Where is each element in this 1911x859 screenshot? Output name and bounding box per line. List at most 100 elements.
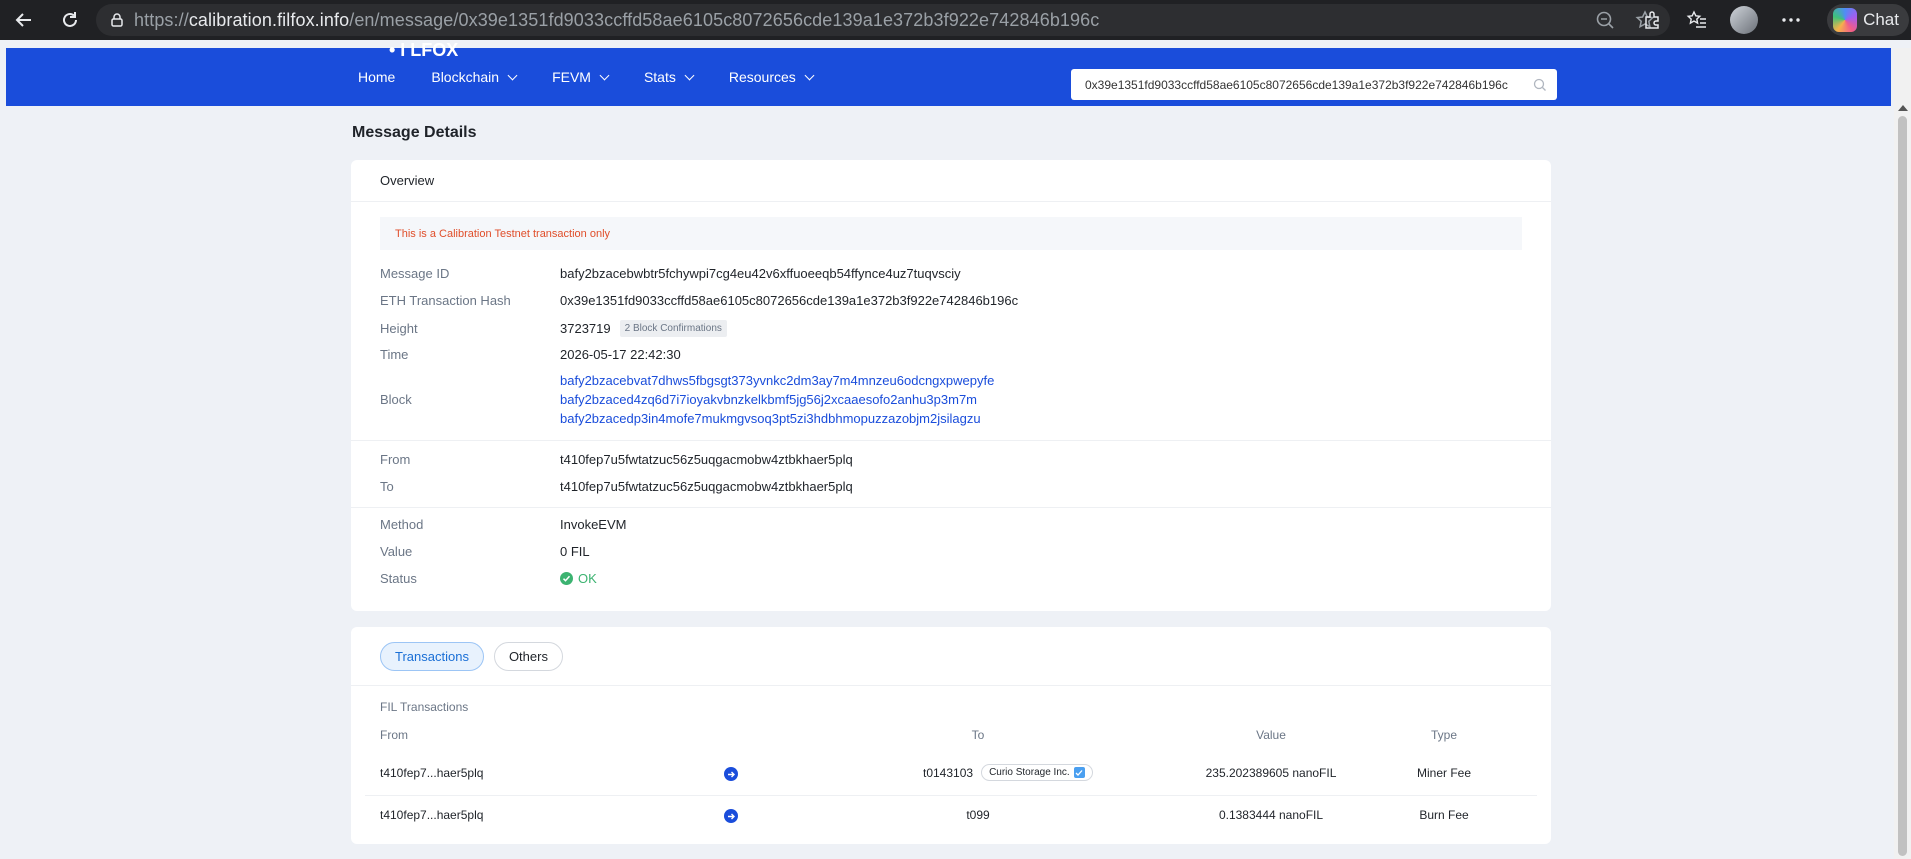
message-id-label: Message ID [380, 266, 450, 281]
arrow-right-icon [724, 767, 738, 781]
column-header-type: Type [1430, 728, 1457, 742]
method-label: Method [380, 517, 424, 532]
extensions-icon[interactable] [1642, 9, 1664, 31]
chevron-down-icon [507, 70, 518, 80]
block-label: Block [380, 392, 412, 407]
browser-toolbar: https://calibration.filfox.info/en/messa… [0, 0, 1911, 40]
eth-hash-row: ETH Transaction Hash 0x39e1351fd9033ccff… [380, 293, 1018, 308]
chevron-down-icon [684, 70, 695, 80]
zoom-out-icon[interactable] [1594, 9, 1616, 31]
scroll-up-arrow-icon[interactable] [1898, 105, 1908, 111]
height-link[interactable]: 3723719 [560, 321, 611, 336]
url-text: https://calibration.filfox.info/en/messa… [134, 10, 1099, 31]
to-row: To t410fep7u5fwtatzuc56z5uqgacmobw4ztbkh… [380, 479, 853, 494]
testnet-notice-text: This is a Calibration Testnet transactio… [395, 227, 611, 240]
chevron-down-icon [599, 70, 610, 80]
tx-value: 235.202389605 nanoFIL [1205, 766, 1337, 780]
nav-fevm[interactable]: FEVM [552, 69, 610, 85]
value-amount: 0 FIL [560, 544, 590, 559]
block-link[interactable]: bafy2bzacebvat7dhws5fbgsgt373yvnkc2dm3ay… [560, 373, 994, 388]
value-label: Value [380, 544, 413, 559]
url-scheme: https:// [134, 9, 189, 30]
column-header-from: From [380, 728, 408, 742]
tx-to-cell: t0143103 Curio Storage Inc. [923, 764, 1093, 781]
overview-title: Overview [351, 160, 1551, 202]
value-row: Value 0 FIL [380, 544, 590, 559]
divider [351, 685, 1551, 686]
copilot-chat-button[interactable]: Chat [1827, 4, 1909, 36]
nav-resources-label: Resources [728, 69, 796, 85]
height-row: Height 3723719 2 Block Confirmations [380, 320, 727, 337]
tab-transactions[interactable]: Transactions [380, 642, 484, 671]
to-label: To [380, 479, 394, 494]
miner-name-tag[interactable]: Curio Storage Inc. [981, 764, 1093, 781]
more-options-icon[interactable] [1780, 9, 1802, 31]
address-bar[interactable]: https://calibration.filfox.info/en/messa… [96, 4, 1670, 36]
page-scrollbar[interactable] [1894, 48, 1911, 859]
transactions-card: Transactions Others FIL Transactions Fro… [351, 627, 1551, 844]
divider [365, 795, 1537, 796]
block-links: bafy2bzacebvat7dhws5fbgsgt373yvnkc2dm3ay… [560, 373, 994, 426]
message-id-row: Message ID bafy2bzacebwbtr5fchywpi7cg4eu… [380, 266, 961, 281]
reload-button[interactable] [50, 0, 90, 40]
transactions-tabs: Transactions Others [380, 642, 563, 671]
search-input[interactable]: 0x39e1351fd9033ccffd58ae6105c8072656cde1… [1071, 69, 1557, 100]
divider [351, 507, 1551, 508]
from-label: From [380, 452, 411, 467]
divider [351, 440, 1551, 441]
nav-resources[interactable]: Resources [728, 69, 815, 85]
url-path: /en/message/0x39e1351fd9033ccffd58ae6105… [349, 9, 1100, 30]
confirmations-badge: 2 Block Confirmations [619, 320, 727, 337]
to-address-link[interactable]: t410fep7u5fwtatzuc56z5uqgacmobw4ztbkhaer… [560, 479, 853, 494]
scroll-thumb[interactable] [1898, 116, 1907, 856]
page-title: Message Details [352, 124, 477, 141]
message-id-value: bafy2bzacebwbtr5fchywpi7cg4eu42v6xffuoee… [560, 266, 961, 281]
verified-check-icon [1073, 767, 1085, 778]
status-text: OK [578, 571, 597, 586]
tx-from-link[interactable]: t410fep7...haer5plq [380, 766, 483, 780]
column-header-to: To [971, 728, 985, 742]
nav-stats-label: Stats [643, 69, 676, 85]
tx-to-link[interactable]: t099 [943, 808, 1013, 822]
arrow-right-icon [724, 809, 738, 823]
miner-name: Curio Storage Inc. [989, 767, 1070, 778]
tx-to-link[interactable]: t0143103 [923, 766, 973, 780]
site-header: • I LFOX Home Blockchain FEVM Stats Reso… [6, 40, 1891, 106]
profile-avatar[interactable] [1730, 6, 1758, 34]
tab-others[interactable]: Others [493, 642, 563, 671]
back-arrow-icon [15, 13, 31, 27]
nav-home[interactable]: Home [358, 69, 395, 85]
tx-from-link[interactable]: t410fep7...haer5plq [380, 808, 483, 822]
favorites-icon[interactable] [1686, 9, 1708, 31]
site-info-icon[interactable] [108, 11, 126, 29]
method-value: InvokeEVM [560, 517, 627, 532]
overview-card: Overview This is a Calibration Testnet t… [351, 160, 1551, 611]
method-row: Method InvokeEVM [380, 517, 626, 532]
block-link[interactable]: bafy2bzacedp3in4mofe7mukmgvsoq3pt5zi3hdb… [560, 411, 994, 426]
back-button[interactable] [4, 0, 44, 40]
chat-label: Chat [1863, 10, 1899, 29]
from-address-link[interactable]: t410fep7u5fwtatzuc56z5uqgacmobw4ztbkhaer… [560, 452, 853, 467]
status-value: OK [560, 571, 597, 586]
url-host: calibration.filfox.info [188, 9, 350, 30]
tx-type: Burn Fee [1419, 808, 1469, 822]
time-value: 2026-05-17 22:42:30 [560, 347, 681, 362]
block-link[interactable]: bafy2bzaced4zq6d7i7ioyakvbnzkelkbmf5jg56… [560, 392, 994, 407]
search-icon[interactable] [1533, 78, 1547, 92]
eth-hash-value: 0x39e1351fd9033ccffd58ae6105c8072656cde1… [560, 293, 1019, 308]
eth-hash-label: ETH Transaction Hash [380, 293, 511, 308]
time-label: Time [380, 347, 409, 362]
copilot-icon [1833, 8, 1858, 32]
status-row: Status OK [380, 571, 597, 586]
testnet-notice: This is a Calibration Testnet transactio… [380, 217, 1522, 250]
time-row: Time 2026-05-17 22:42:30 [380, 347, 681, 362]
reload-icon [63, 12, 77, 27]
nav-fevm-label: FEVM [552, 69, 591, 85]
fil-transactions-label: FIL Transactions [380, 700, 469, 714]
nav-stats[interactable]: Stats [643, 69, 695, 85]
nav-blockchain[interactable]: Blockchain [431, 69, 518, 85]
check-circle-icon [560, 572, 573, 585]
nav-blockchain-label: Blockchain [431, 69, 500, 85]
tx-value: 0.1383444 nanoFIL [1218, 808, 1324, 822]
column-header-value: Value [1256, 728, 1286, 742]
